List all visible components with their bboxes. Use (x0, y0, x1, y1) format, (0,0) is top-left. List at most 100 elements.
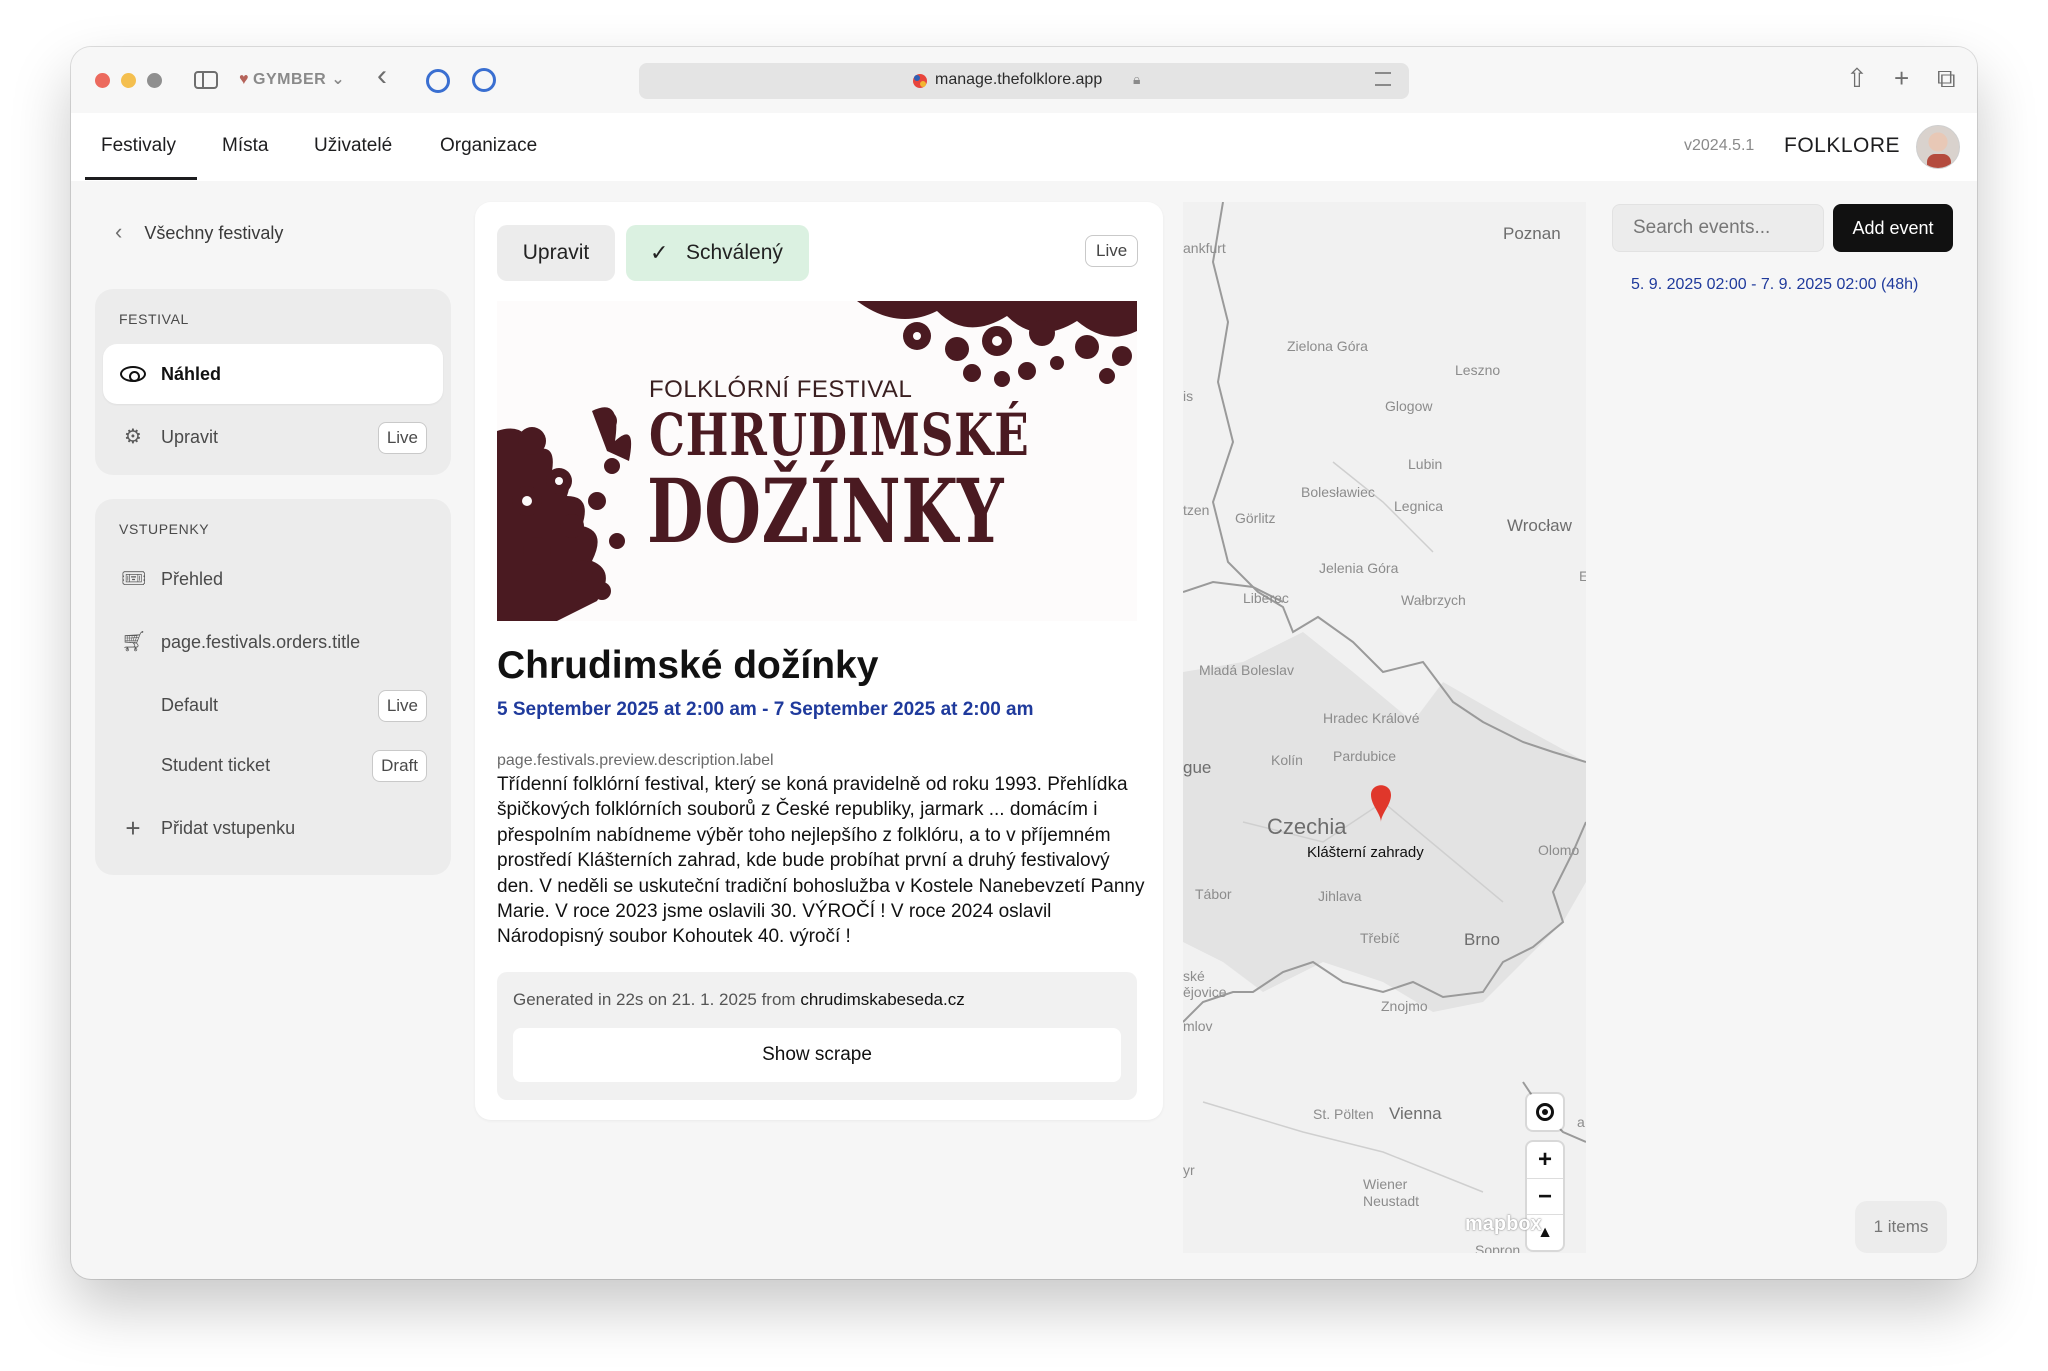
festival-title: Chrudimské dožínky (497, 644, 879, 687)
map-marker-label[interactable]: Klášterní zahrady (1307, 844, 1424, 861)
generated-info: Generated in 22s on 21. 1. 2025 from chr… (513, 990, 965, 1010)
map-label: Kolín (1271, 752, 1303, 768)
extension-compass-icon[interactable] (426, 69, 450, 93)
back-arrow-icon[interactable]: ‹ (377, 61, 387, 91)
generated-prefix: Generated in 22s on 21. 1. 2025 from (513, 990, 801, 1009)
map-label: Poznan (1503, 224, 1561, 243)
tab-mista[interactable]: Místa (222, 135, 268, 157)
live-badge: Live (1085, 235, 1139, 267)
plus-icon: + (125, 813, 141, 843)
festival-dates: 5 September 2025 at 2:00 am - 7 Septembe… (497, 699, 1034, 720)
map-label: Glogow (1385, 398, 1433, 414)
browser-window: ♥ GYMBER ⌄ ‹ manage.thefolklore.app 🔒︎ ⇧ … (71, 47, 1977, 1279)
ticket-icon: 🎟︎ (121, 568, 147, 590)
map-label: Liberec (1243, 590, 1289, 606)
address-bar[interactable]: manage.thefolklore.app 🔒︎ (639, 63, 1409, 99)
geolocate-control[interactable] (1527, 1094, 1563, 1130)
close-window-button[interactable] (95, 73, 110, 88)
tab-uzivatele[interactable]: Uživatelé (314, 135, 392, 157)
chevron-left-icon: ‹ (115, 219, 123, 244)
sidebar-item-ticket-student[interactable]: Student ticket Draft (103, 735, 443, 795)
map-label: Třebíč (1360, 930, 1400, 946)
tab-organizace[interactable]: Organizace (440, 135, 537, 157)
festival-preview-card: Upravit ✓ Schválený Live FOLKLÓRNÍ FESTI… (475, 202, 1163, 1120)
tab-festivaly[interactable]: Festivaly (101, 135, 176, 157)
festival-group-title: FESTIVAL (119, 311, 189, 327)
tickets-nav-group: VSTUPENKY 🎟︎ Přehled 🛒︎ page.festivals.o… (95, 499, 451, 875)
map-label: a (1577, 1114, 1585, 1130)
festival-banner-image: FOLKLÓRNÍ FESTIVAL CHRUDIMSKÉ DOŽÍNKY (497, 301, 1137, 621)
url-text: manage.thefolklore.app (935, 71, 1103, 88)
sidebar-item-label: Default (161, 695, 219, 715)
brand-name: FOLKLORE (1784, 134, 1901, 157)
sidebar-item-label: Přehled (161, 569, 224, 589)
map-label: Olomo (1538, 842, 1580, 858)
sidebar-toggle-icon[interactable] (194, 71, 218, 89)
browser-titlebar: ♥ GYMBER ⌄ ‹ manage.thefolklore.app 🔒︎ ⇧ … (71, 47, 1977, 113)
edit-button[interactable]: Upravit (497, 225, 615, 281)
sidebar-item-label: Student ticket (161, 755, 271, 775)
map-label: Görlitz (1235, 510, 1276, 526)
map-label: Pardubice (1333, 748, 1397, 764)
map-label: Jelenia Góra (1319, 560, 1399, 576)
festival-nav-group: FESTIVAL Náhled ⚙ Upravit Live (95, 289, 451, 475)
add-ticket-button[interactable]: + Přidat vstupenku (103, 798, 443, 858)
sidebar-item-upravit[interactable]: ⚙ Upravit Live (103, 407, 443, 467)
map-label: is (1183, 388, 1194, 404)
new-tab-icon[interactable]: + (1894, 63, 1909, 94)
map-label: Sopron (1475, 1242, 1521, 1253)
map-label: Mladá Boleslav (1199, 662, 1294, 678)
search-events-input[interactable] (1612, 204, 1824, 252)
sidebar-item-label: Upravit (161, 427, 219, 447)
events-map[interactable]: ankfurt Poznan Zielona Góra Leszno Glogo… (1183, 202, 1586, 1253)
map-label: E (1579, 568, 1586, 584)
festival-description: Třídenní folklórní festival, který se ko… (497, 774, 1145, 948)
map-label: mlov (1183, 1018, 1213, 1034)
status-badge: Draft (372, 750, 427, 782)
map-label: Legnica (1394, 498, 1444, 514)
profile-name: GYMBER (253, 71, 327, 88)
gear-icon: ⚙ (124, 426, 142, 448)
sidebar-item-label: Přidat vstupenku (161, 818, 296, 838)
back-to-festivals-link[interactable]: ‹ Všechny festivaly (115, 219, 283, 245)
map-label: Hradec Králové (1323, 710, 1420, 726)
lock-icon: 🔒︎ (1133, 71, 1141, 87)
map-label: Wrocław (1507, 516, 1572, 535)
share-icon[interactable]: ⇧ (1846, 63, 1868, 94)
cart-icon: 🛒︎ (121, 631, 147, 653)
map-label: Lubin (1408, 456, 1443, 472)
heart-icon: ♥ (239, 71, 249, 88)
map-label: St. Pölten (1313, 1106, 1374, 1122)
sidebar-item-orders[interactable]: 🛒︎ page.festivals.orders.title (103, 612, 443, 672)
sidebar-item-prehled[interactable]: 🎟︎ Přehled (103, 549, 443, 609)
map-country-label: Czechia (1267, 814, 1347, 839)
reader-mode-icon[interactable] (1375, 72, 1391, 86)
sidebar-item-nahled[interactable]: Náhled (103, 344, 443, 404)
browser-profile-selector[interactable]: ♥ GYMBER ⌄ (239, 69, 345, 89)
status-badge: Live (377, 422, 427, 454)
map-label: tzen (1183, 502, 1210, 518)
sidebar-item-label: page.festivals.orders.title (161, 632, 361, 652)
geolocate-button[interactable] (1527, 1094, 1563, 1130)
crosshair-icon (1536, 1103, 1554, 1121)
event-time-range[interactable]: 5. 9. 2025 02:00 - 7. 9. 2025 02:00 (48h… (1631, 274, 1931, 295)
app-version: v2024.5.1 (1684, 137, 1755, 154)
extension-sync-icon[interactable] (472, 68, 496, 92)
approved-status-button[interactable]: ✓ Schválený (626, 225, 809, 281)
show-scrape-button[interactable]: Show scrape (513, 1028, 1121, 1082)
sidebar-item-ticket-default[interactable]: Default Live (103, 675, 443, 735)
mapbox-logo[interactable]: mapbox (1465, 1213, 1542, 1236)
map-label: ankfurt (1183, 240, 1226, 256)
add-event-button[interactable]: Add event (1833, 204, 1953, 252)
zoom-window-button[interactable] (147, 73, 162, 88)
minimize-window-button[interactable] (121, 73, 136, 88)
site-favicon-icon (913, 74, 927, 88)
sidebar-item-label: Náhled (161, 364, 222, 384)
map-label: Bolesławiec (1301, 484, 1375, 500)
zoom-in-button[interactable]: + (1527, 1142, 1563, 1178)
active-tab-indicator (85, 177, 197, 180)
chevron-down-icon: ⌄ (331, 71, 346, 88)
tab-overview-icon[interactable]: ⧉ (1937, 63, 1956, 95)
user-avatar[interactable] (1916, 125, 1960, 169)
zoom-out-button[interactable]: − (1527, 1178, 1563, 1214)
